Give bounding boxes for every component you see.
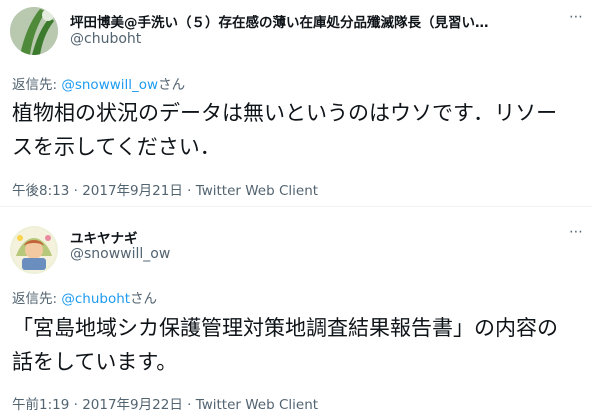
tweet-time[interactable]: 午前1:19: [12, 397, 69, 413]
meta-separator: ·: [69, 183, 83, 199]
avatar[interactable]: [10, 226, 58, 274]
tweet-client[interactable]: Twitter Web Client: [196, 183, 318, 199]
reply-to-line: 返信先: @chubohtさん: [12, 287, 157, 307]
display-name[interactable]: ユキヤナギ: [70, 227, 138, 247]
tweet-meta: 午後8:13 · 2017年9月21日 · Twitter Web Client: [12, 179, 318, 199]
reply-to-label: 返信先:: [12, 77, 62, 93]
tweet-date[interactable]: 2017年9月22日: [82, 397, 183, 413]
tweet-client[interactable]: Twitter Web Client: [196, 397, 318, 413]
username-handle[interactable]: @chuboht: [70, 31, 141, 47]
meta-separator: ·: [69, 397, 83, 413]
tweet-date[interactable]: 2017年9月21日: [82, 183, 183, 199]
tweet-time[interactable]: 午後8:13: [12, 183, 69, 199]
reply-mention-link[interactable]: @chuboht: [61, 291, 130, 307]
tweet-text: 「宮島地域シカ保護管理対策地調査結果報告書」の内容の話をしています。: [12, 316, 558, 374]
display-name[interactable]: 坪田博美@手洗い（５）存在感の薄い在庫処分品殲滅隊長（見習い…: [70, 11, 550, 31]
meta-separator: ·: [182, 397, 196, 413]
more-options-icon[interactable]: ⋯: [569, 224, 584, 240]
reply-suffix: さん: [158, 77, 186, 93]
tweet: 坪田博美@手洗い（５）存在感の薄い在庫処分品殲滅隊長（見習い… @chuboht…: [0, 0, 592, 206]
tweet-text: 植物相の状況のデータは無いというのはウソです．リソースを示してください．: [12, 101, 558, 159]
tweet-meta: 午前1:19 · 2017年9月22日 · Twitter Web Client: [12, 393, 318, 413]
reply-suffix: さん: [130, 291, 158, 307]
meta-separator: ·: [182, 183, 196, 199]
reply-to-line: 返信先: @snowwill_owさん: [12, 73, 185, 93]
username-handle[interactable]: @snowwill_ow: [70, 246, 170, 262]
tweet: ユキヤナギ @snowwill_ow ⋯ 返信先: @chubohtさん 「宮島…: [0, 207, 592, 418]
more-options-icon[interactable]: ⋯: [569, 9, 584, 25]
avatar-image: [10, 226, 58, 274]
avatar[interactable]: [10, 7, 58, 55]
reply-mention-link[interactable]: @snowwill_ow: [61, 77, 158, 93]
avatar-image: [10, 7, 58, 55]
reply-to-label: 返信先:: [12, 291, 62, 307]
